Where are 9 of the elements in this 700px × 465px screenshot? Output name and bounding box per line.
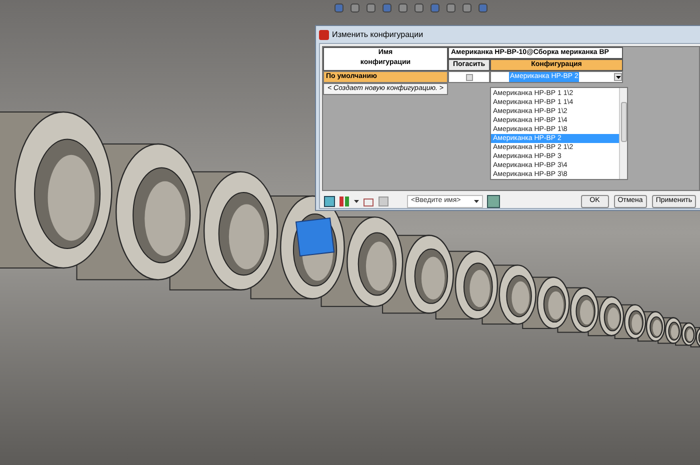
scrollbar[interactable] <box>619 88 627 179</box>
app-icon <box>319 30 329 40</box>
columns-icon[interactable] <box>339 196 350 207</box>
caret-icon[interactable] <box>354 200 359 203</box>
selected-face <box>295 217 335 257</box>
suppress-checkbox[interactable] <box>466 74 472 80</box>
window-title: Изменить конфигурации <box>332 28 424 40</box>
dropdown-arrow-icon[interactable] <box>614 73 622 81</box>
caret-icon[interactable] <box>474 200 479 203</box>
